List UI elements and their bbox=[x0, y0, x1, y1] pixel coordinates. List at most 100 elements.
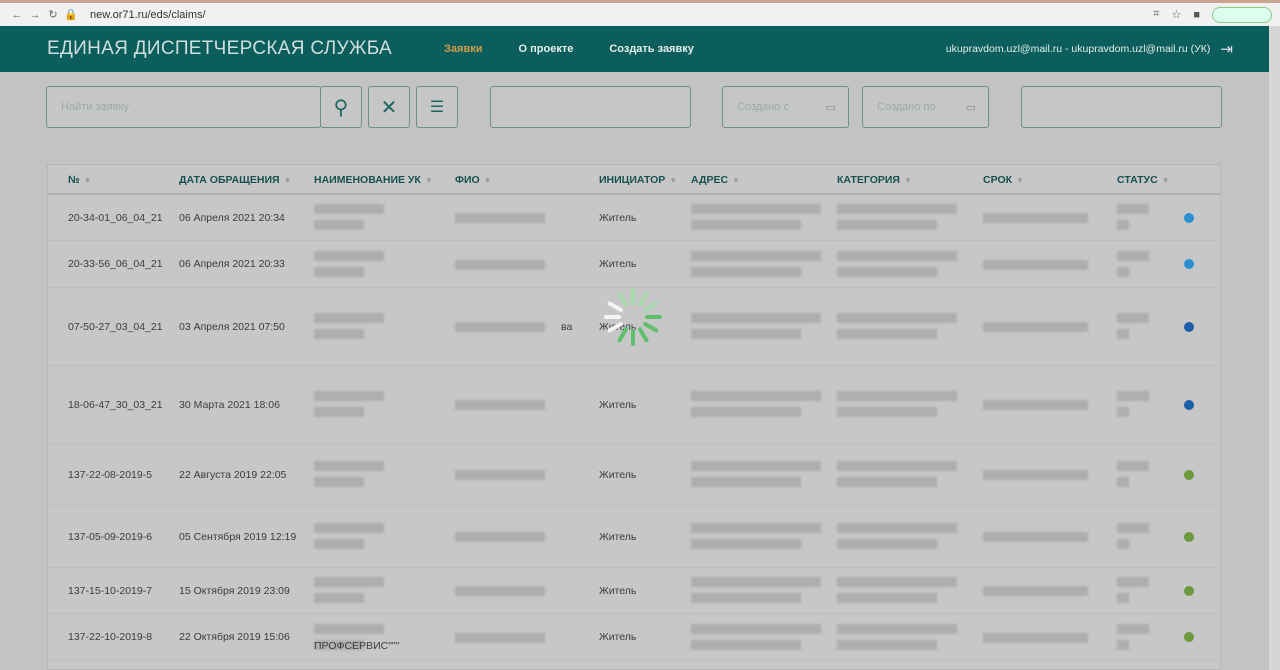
redacted-text bbox=[691, 623, 821, 634]
redacted-text bbox=[1117, 623, 1149, 634]
redacted-text bbox=[314, 220, 364, 230]
site-header: ЕДИНАЯ ДИСПЕТЧЕРСКАЯ СЛУЖБА Заявки О про… bbox=[0, 26, 1280, 72]
redacted-text bbox=[837, 523, 957, 533]
created-to-field[interactable]: Создано по ▭ bbox=[862, 86, 989, 128]
status-dot bbox=[1184, 399, 1194, 410]
clear-button[interactable]: ✕ bbox=[368, 86, 410, 128]
redacted-text bbox=[691, 461, 821, 471]
spinner-segment bbox=[643, 301, 659, 312]
redacted-text bbox=[691, 639, 801, 650]
table-row[interactable]: 137-05-09-2019-6 05 Сентября 2019 12:19 … bbox=[48, 506, 1220, 568]
column-label: ФИО bbox=[455, 174, 480, 186]
search-button[interactable]: ⚲ bbox=[320, 86, 362, 128]
redacted-text bbox=[314, 266, 364, 277]
sort-icon: ▼ bbox=[483, 176, 492, 185]
qr-icon[interactable]: ⌗ bbox=[1153, 8, 1159, 21]
redacted-text bbox=[314, 391, 384, 401]
claim-number[interactable]: 20-33-56_06_04_21 bbox=[68, 258, 163, 270]
claim-number[interactable]: 137-15-10-2019-7 bbox=[68, 585, 152, 597]
sort-icon: ▼ bbox=[732, 176, 740, 185]
scrollbar[interactable] bbox=[1269, 26, 1280, 670]
sort-icon: ▼ bbox=[424, 176, 433, 185]
column-header[interactable]: СТАТУС ▼ bbox=[1117, 174, 1170, 186]
redacted-text bbox=[691, 407, 801, 417]
redacted-text bbox=[691, 313, 821, 323]
redacted-text bbox=[455, 532, 545, 542]
redacted-text bbox=[837, 391, 957, 401]
address-bar[interactable]: new.or71.ru/eds/claims/ bbox=[90, 9, 206, 21]
claim-number[interactable]: 137-22-08-2019-5 bbox=[68, 469, 152, 481]
redacted-text bbox=[1117, 391, 1149, 401]
reload-icon[interactable]: ↻ bbox=[44, 8, 62, 21]
status-dot bbox=[1184, 321, 1194, 332]
site-title[interactable]: ЕДИНАЯ ДИСПЕТЧЕРСКАЯ СЛУЖБА bbox=[47, 38, 392, 60]
redacted-text bbox=[314, 539, 364, 549]
claim-initiator: Житель bbox=[599, 211, 637, 224]
table-row[interactable]: 137-22-08-2019-5 22 Августа 2019 22:05 Ж… bbox=[48, 444, 1220, 506]
nav-create-claim[interactable]: Создать заявку bbox=[609, 43, 694, 55]
loading-spinner bbox=[604, 288, 662, 346]
star-icon[interactable]: ☆ bbox=[1171, 8, 1181, 21]
filter-settings-button[interactable]: ☰ bbox=[416, 86, 458, 128]
column-header[interactable]: ИНИЦИАТОР ▼ bbox=[599, 174, 677, 186]
column-header[interactable]: НАИМЕНОВАНИЕ УК ▼ bbox=[314, 174, 433, 186]
column-header[interactable]: СРОК ▼ bbox=[983, 174, 1024, 186]
claim-date: 15 Октября 2019 23:09 bbox=[179, 584, 290, 597]
column-header[interactable]: ФИО ▼ bbox=[455, 174, 492, 186]
created-from-field[interactable]: Создано с ▭ bbox=[722, 86, 849, 128]
redacted-text bbox=[983, 632, 1088, 643]
status-select[interactable] bbox=[1021, 86, 1222, 128]
redacted-text bbox=[837, 329, 937, 339]
calendar-icon: ▭ bbox=[825, 101, 836, 114]
claim-number[interactable]: 137-05-09-2019-6 bbox=[68, 531, 152, 543]
redacted-text bbox=[314, 577, 384, 587]
logout-icon[interactable]: ⇥ bbox=[1220, 40, 1233, 58]
search-input[interactable]: Найти заявку bbox=[46, 86, 321, 128]
table-row[interactable]: 137-22-10-2019-8 22 Октября 2019 15:06 Ж… bbox=[48, 614, 1220, 661]
column-header[interactable]: ДАТА ОБРАЩЕНИЯ ▼ bbox=[179, 174, 291, 186]
redacted-text bbox=[983, 213, 1088, 223]
status-dot bbox=[1184, 585, 1194, 596]
redacted-text bbox=[455, 400, 545, 410]
extension-icon[interactable]: ■ bbox=[1193, 9, 1200, 21]
table-row[interactable]: 18-06-47_30_03_21 30 Марта 2021 18:06 Жи… bbox=[48, 366, 1220, 444]
redacted-text bbox=[691, 266, 801, 277]
nav-about[interactable]: О проекте bbox=[519, 43, 574, 55]
column-header[interactable]: № ▼ bbox=[68, 174, 92, 186]
claim-number[interactable]: 18-06-47_30_03_21 bbox=[68, 399, 163, 411]
redacted-text bbox=[691, 220, 801, 230]
redacted-text bbox=[983, 586, 1088, 596]
nav-claims[interactable]: Заявки bbox=[444, 43, 482, 55]
claim-number[interactable]: 20-34-01_06_04_21 bbox=[68, 212, 163, 224]
redacted-text bbox=[314, 329, 364, 339]
column-label: ИНИЦИАТОР bbox=[599, 174, 666, 186]
back-icon[interactable]: ← bbox=[8, 9, 26, 21]
spinner-segment bbox=[617, 327, 628, 343]
table-row[interactable]: 137-15-10-2019-7 15 Октября 2019 23:09 Ж… bbox=[48, 568, 1220, 614]
claim-initiator: Житель bbox=[599, 258, 637, 270]
calendar-icon: ▭ bbox=[965, 101, 976, 114]
column-header[interactable]: КАТЕГОРИЯ ▼ bbox=[837, 174, 912, 186]
status-dot bbox=[1184, 531, 1194, 542]
redacted-text bbox=[1117, 477, 1129, 487]
redacted-text bbox=[837, 250, 957, 261]
redacted-text bbox=[1117, 523, 1149, 533]
profile-button[interactable] bbox=[1212, 6, 1272, 23]
status-dot bbox=[1184, 632, 1194, 642]
column-header[interactable]: АДРЕС ▼ bbox=[691, 174, 740, 186]
browser-toolbar: ← → ↻ 🔒 new.or71.ru/eds/claims/ ⌗ ☆ ■ bbox=[0, 0, 1280, 26]
redacted-text bbox=[1117, 266, 1129, 277]
table-row[interactable]: 20-34-01_06_04_21 06 Апреля 2021 20:34 Ж… bbox=[48, 195, 1220, 241]
table-row[interactable]: 20-33-56_06_04_21 06 Апреля 2021 20:33 Ж… bbox=[48, 241, 1220, 288]
redacted-text bbox=[1117, 593, 1129, 603]
redacted-text bbox=[691, 391, 821, 401]
search-icon: ⚲ bbox=[333, 96, 349, 119]
select-field[interactable] bbox=[490, 86, 691, 128]
claim-number[interactable]: 137-22-10-2019-8 bbox=[68, 631, 152, 643]
redacted-text bbox=[455, 213, 545, 223]
forward-icon[interactable]: → bbox=[26, 9, 44, 21]
claim-number[interactable]: 07-50-27_03_04_21 bbox=[68, 321, 163, 333]
claim-date: 05 Сентября 2019 12:19 bbox=[179, 530, 297, 543]
sort-icon: ▼ bbox=[1161, 176, 1170, 185]
claim-initiator: Житель bbox=[599, 631, 637, 643]
